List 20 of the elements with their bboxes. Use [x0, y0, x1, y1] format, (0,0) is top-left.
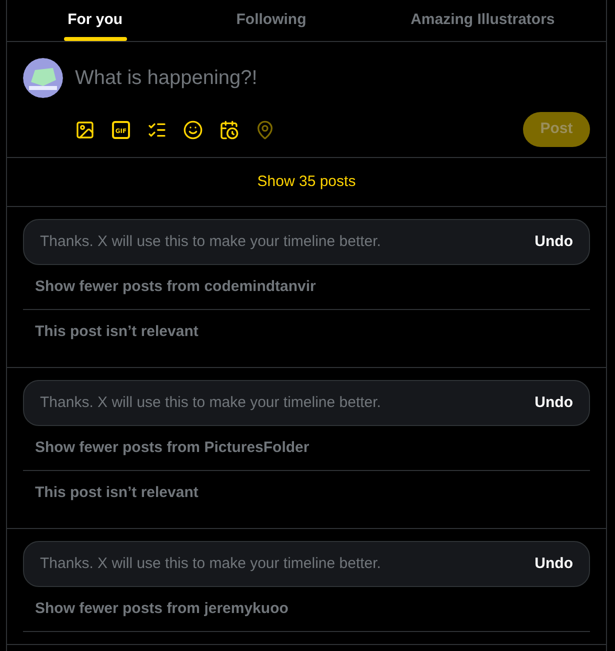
- feedback-option[interactable]: Show fewer posts from PicturesFolder: [35, 436, 310, 460]
- avatar[interactable]: [23, 58, 63, 98]
- feedback-option[interactable]: This post isn’t relevant: [35, 482, 198, 505]
- show-posts-link[interactable]: Show 35 posts: [257, 170, 356, 194]
- feedback-message: Thanks. X will use this to make your timeline better.: [40, 392, 381, 413]
- feedback-message: Thanks. X will use this to make your timeline better.: [40, 554, 381, 574]
- undo-button[interactable]: Undo: [534, 230, 573, 254]
- tab[interactable]: Following: [232, 0, 310, 41]
- calendar-clock-icon[interactable]: [219, 120, 239, 140]
- undo-button[interactable]: Undo: [534, 552, 573, 576]
- post-input[interactable]: What is happening?!: [75, 58, 590, 98]
- emoji-icon[interactable]: [183, 120, 203, 140]
- image-icon[interactable]: [75, 120, 95, 140]
- feedback-message: Thanks. X will use this to make your timeline better.: [40, 232, 381, 252]
- feedback-option[interactable]: Show fewer posts from codemindtanvir: [35, 276, 316, 298]
- feedback-option[interactable]: This post isn’t relevant: [35, 321, 198, 344]
- tab[interactable]: For you: [64, 0, 127, 41]
- feedback-option[interactable]: Show fewer posts from jeremykuoo: [35, 598, 288, 620]
- undo-button[interactable]: Undo: [534, 392, 573, 414]
- tab[interactable]: Amazing Illustrators: [406, 0, 559, 41]
